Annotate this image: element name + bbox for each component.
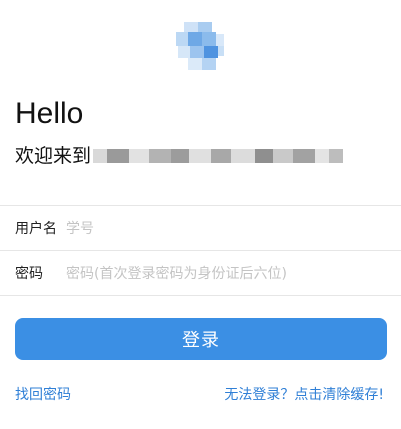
divider-password bbox=[0, 295, 401, 296]
welcome-line: 欢迎来到 bbox=[15, 142, 344, 170]
login-page: Hello 欢迎来到 用户名 密码 登录 找回密码 无法登录？点击清除缓存! bbox=[0, 0, 401, 429]
greeting-title: Hello bbox=[15, 97, 84, 130]
divider-username bbox=[0, 250, 401, 251]
app-logo-icon bbox=[176, 22, 226, 72]
school-name-redacted bbox=[93, 145, 344, 167]
username-label: 用户名 bbox=[15, 221, 57, 237]
clear-cache-link[interactable]: 无法登录？点击清除缓存! bbox=[224, 386, 384, 404]
welcome-text: 欢迎来到 bbox=[15, 145, 92, 167]
divider-top bbox=[0, 205, 401, 206]
login-button[interactable]: 登录 bbox=[15, 318, 387, 360]
recover-password-link[interactable]: 找回密码 bbox=[15, 386, 71, 404]
username-input[interactable] bbox=[66, 218, 384, 240]
password-input[interactable] bbox=[66, 263, 384, 285]
password-label: 密码 bbox=[15, 266, 43, 282]
